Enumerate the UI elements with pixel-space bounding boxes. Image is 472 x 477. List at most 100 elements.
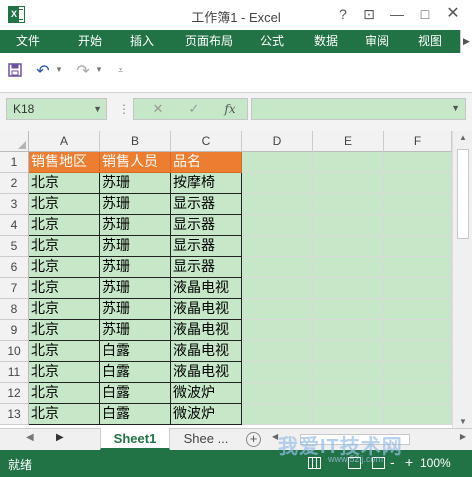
cell-b13[interactable]: 白露: [100, 404, 171, 425]
row-header-3[interactable]: 3: [0, 194, 29, 215]
cell-c2[interactable]: 按摩椅: [171, 173, 242, 194]
cell-d5[interactable]: [242, 236, 313, 257]
redo-dropdown-icon[interactable]: ▼: [95, 65, 103, 74]
cell-d10[interactable]: [242, 341, 313, 362]
tab-home[interactable]: 开始: [70, 30, 110, 53]
cell-f12[interactable]: [384, 383, 452, 404]
cell-d11[interactable]: [242, 362, 313, 383]
cell-f9[interactable]: [384, 320, 452, 341]
cell-a2[interactable]: 北京: [29, 173, 100, 194]
cell-b11[interactable]: 白露: [100, 362, 171, 383]
cell-b3[interactable]: 苏珊: [100, 194, 171, 215]
cell-e1[interactable]: [313, 152, 384, 173]
cell-d3[interactable]: [242, 194, 313, 215]
ribbon-display-options-icon[interactable]: ⊡: [356, 4, 382, 24]
cell-b8[interactable]: 苏珊: [100, 299, 171, 320]
cell-c10[interactable]: 液晶电视: [171, 341, 242, 362]
cell-c9[interactable]: 液晶电视: [171, 320, 242, 341]
cell-e3[interactable]: [313, 194, 384, 215]
cell-c1[interactable]: 品名: [171, 152, 242, 173]
cell-d2[interactable]: [242, 173, 313, 194]
cell-e13[interactable]: [313, 404, 384, 425]
undo-icon[interactable]: ↶: [34, 63, 52, 81]
formula-input[interactable]: ▼: [251, 98, 466, 120]
cell-a4[interactable]: 北京: [29, 215, 100, 236]
vertical-scroll-thumb[interactable]: [457, 149, 469, 239]
cell-a5[interactable]: 北京: [29, 236, 100, 257]
tab-insert[interactable]: 插入: [122, 30, 162, 53]
cell-b7[interactable]: 苏珊: [100, 278, 171, 299]
row-header-12[interactable]: 12: [0, 383, 29, 404]
save-icon[interactable]: [6, 63, 24, 81]
cell-a12[interactable]: 北京: [29, 383, 100, 404]
cell-a10[interactable]: 北京: [29, 341, 100, 362]
customize-toolbar-icon[interactable]: ⩡: [118, 65, 123, 76]
cell-e12[interactable]: [313, 383, 384, 404]
cell-a11[interactable]: 北京: [29, 362, 100, 383]
cell-e10[interactable]: [313, 341, 384, 362]
scroll-up-icon[interactable]: ▲: [453, 133, 472, 142]
ribbon-scroll-right-icon[interactable]: ▶: [460, 30, 472, 53]
cell-a8[interactable]: 北京: [29, 299, 100, 320]
row-header-6[interactable]: 6: [0, 257, 29, 278]
zoom-level[interactable]: 100%: [420, 456, 451, 470]
tab-review[interactable]: 审阅: [357, 30, 397, 53]
sheet-tab-other[interactable]: Shee ...: [172, 428, 240, 450]
help-button[interactable]: ?: [330, 4, 356, 24]
cell-b6[interactable]: 苏珊: [100, 257, 171, 278]
cell-c5[interactable]: 显示器: [171, 236, 242, 257]
column-header-e[interactable]: E: [313, 131, 384, 152]
cell-a13[interactable]: 北京: [29, 404, 100, 425]
cell-d13[interactable]: [242, 404, 313, 425]
cell-a9[interactable]: 北京: [29, 320, 100, 341]
name-box[interactable]: K18 ▼: [6, 98, 107, 120]
cell-e5[interactable]: [313, 236, 384, 257]
cell-e7[interactable]: [313, 278, 384, 299]
cell-c12[interactable]: 微波炉: [171, 383, 242, 404]
cell-c8[interactable]: 液晶电视: [171, 299, 242, 320]
insert-function-button[interactable]: fx: [216, 99, 244, 119]
cell-a7[interactable]: 北京: [29, 278, 100, 299]
cell-b1[interactable]: 销售人员: [100, 152, 171, 173]
row-header-9[interactable]: 9: [0, 320, 29, 341]
cell-e9[interactable]: [313, 320, 384, 341]
cell-f6[interactable]: [384, 257, 452, 278]
cell-f10[interactable]: [384, 341, 452, 362]
cell-c13[interactable]: 微波炉: [171, 404, 242, 425]
cell-b9[interactable]: 苏珊: [100, 320, 171, 341]
cell-b10[interactable]: 白露: [100, 341, 171, 362]
column-header-c[interactable]: C: [171, 131, 242, 152]
cell-d8[interactable]: [242, 299, 313, 320]
cell-f2[interactable]: [384, 173, 452, 194]
cell-d7[interactable]: [242, 278, 313, 299]
expand-formula-bar-icon[interactable]: ▼: [451, 103, 460, 113]
cell-a1[interactable]: 销售地区: [29, 152, 100, 173]
select-all-button[interactable]: [0, 131, 29, 152]
sheet-tab-sheet1[interactable]: Sheet1: [100, 428, 170, 450]
row-header-4[interactable]: 4: [0, 215, 29, 236]
column-header-a[interactable]: A: [29, 131, 100, 152]
tab-file[interactable]: 文件: [0, 30, 56, 53]
cell-a6[interactable]: 北京: [29, 257, 100, 278]
row-header-10[interactable]: 10: [0, 341, 29, 362]
previous-sheet-icon[interactable]: ◀: [26, 432, 34, 443]
cell-b12[interactable]: 白露: [100, 383, 171, 404]
cell-e4[interactable]: [313, 215, 384, 236]
name-box-dropdown-icon[interactable]: ▼: [93, 99, 102, 119]
zoom-out-button[interactable]: -: [390, 454, 395, 470]
row-header-13[interactable]: 13: [0, 404, 29, 425]
scroll-left-icon[interactable]: ◀: [272, 432, 278, 441]
page-break-view-icon[interactable]: [372, 457, 385, 469]
redo-icon[interactable]: ↷: [74, 63, 92, 81]
worksheet-grid[interactable]: A B C D E F 1 销售地区 销售人员 品名 2 北京 苏珊 按摩椅 3 北京 苏珊 显示器 4 北京 苏珊 显示…: [0, 131, 452, 428]
cell-c7[interactable]: 液晶电视: [171, 278, 242, 299]
zoom-in-button[interactable]: +: [405, 454, 413, 470]
row-header-11[interactable]: 11: [0, 362, 29, 383]
cell-c11[interactable]: 液晶电视: [171, 362, 242, 383]
cancel-icon[interactable]: ✕: [144, 99, 172, 119]
row-header-5[interactable]: 5: [0, 236, 29, 257]
cell-b2[interactable]: 苏珊: [100, 173, 171, 194]
cell-e11[interactable]: [313, 362, 384, 383]
cell-c3[interactable]: 显示器: [171, 194, 242, 215]
cell-d4[interactable]: [242, 215, 313, 236]
